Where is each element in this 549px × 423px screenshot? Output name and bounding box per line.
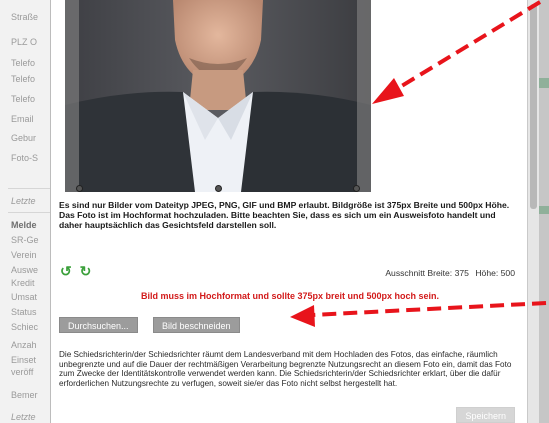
browse-button[interactable]: Durchsuchen... — [59, 317, 138, 333]
portrait-photo — [65, 0, 371, 192]
crop-handle[interactable] — [76, 185, 83, 192]
rotate-controls: ↺ ↻ — [60, 263, 95, 280]
crop-shade-right — [357, 0, 371, 192]
rotate-right-icon[interactable]: ↻ — [80, 263, 92, 279]
crop-handle[interactable] — [215, 185, 222, 192]
crop-shade-left — [65, 0, 79, 192]
crop-handle[interactable] — [353, 185, 360, 192]
upload-info-text: Es sind nur Bilder vom Dateityp JPEG, PN… — [59, 200, 510, 231]
crop-height-label: Höhe: 500 — [475, 268, 515, 278]
rotate-left-icon[interactable]: ↺ — [60, 263, 72, 279]
scrollbar-thumb[interactable] — [530, 4, 537, 209]
legal-consent-text: Die Schiedsrichterin/der Schiedsrichter … — [59, 350, 512, 388]
photo-crop-area[interactable] — [65, 0, 371, 192]
error-message: Bild muss im Hochformat und sollte 375px… — [140, 291, 440, 301]
save-button[interactable]: Speichern — [456, 407, 515, 423]
modal-scrollbar[interactable] — [527, 0, 539, 423]
crop-image-button[interactable]: Bild beschneiden — [153, 317, 240, 333]
crop-width-label: Ausschnitt Breite: 375 — [385, 268, 469, 278]
crop-dimension-readout: Ausschnitt Breite: 375 Höhe: 500 — [381, 268, 515, 278]
photo-upload-dialog: Es sind nur Bilder vom Dateityp JPEG, PN… — [50, 0, 539, 423]
